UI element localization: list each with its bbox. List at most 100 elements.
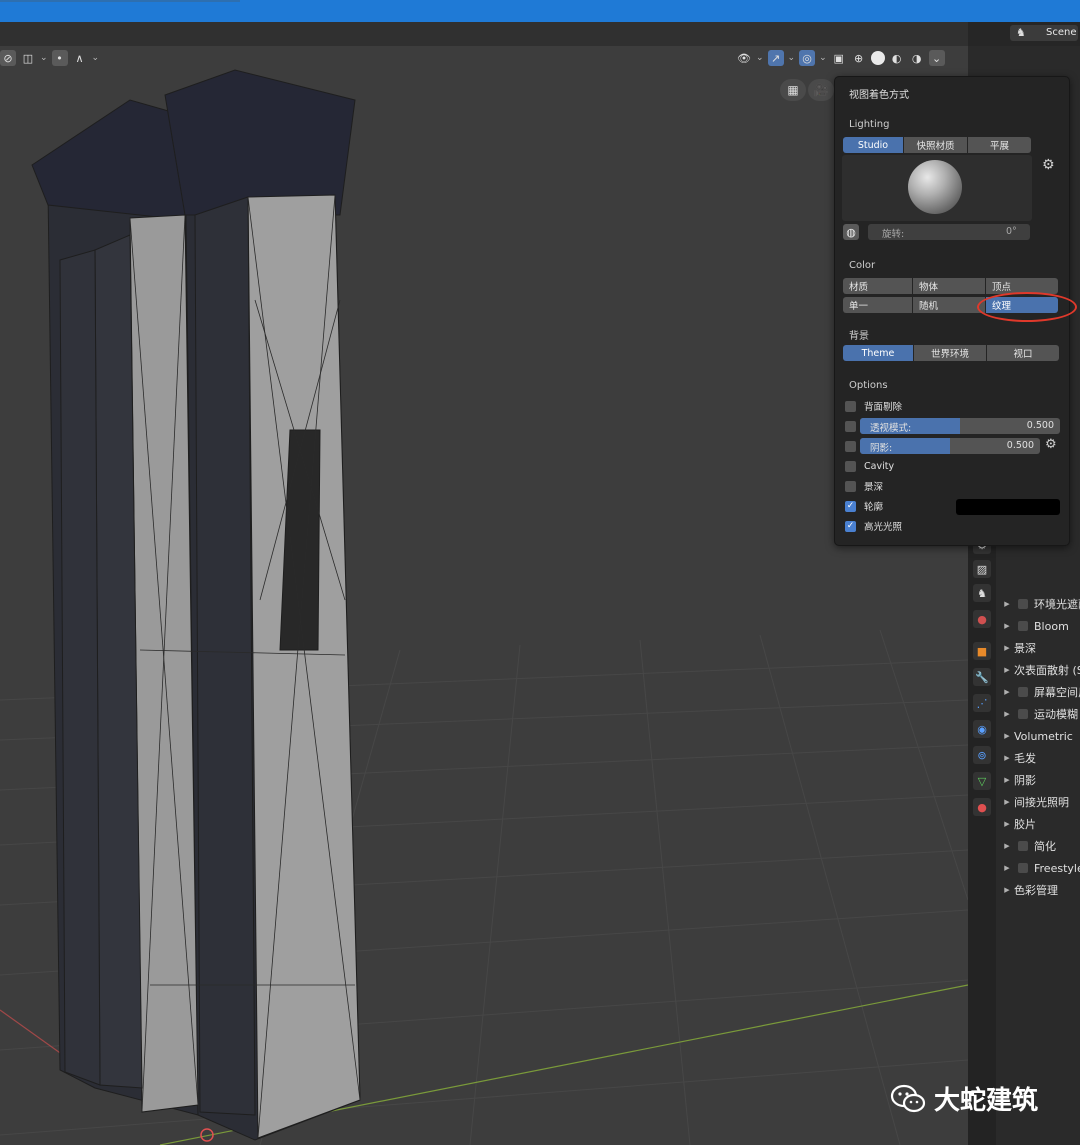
particles-tab-icon[interactable]: ⋰ bbox=[973, 694, 991, 712]
section-shadows[interactable]: ▶ 阴影 bbox=[1000, 770, 1036, 790]
specular-label: 高光光照 bbox=[864, 522, 903, 533]
shadow-checkbox[interactable] bbox=[845, 440, 856, 452]
visibility-icon[interactable]: 👁 bbox=[736, 50, 752, 66]
wechat-icon bbox=[890, 1084, 926, 1112]
outline-checkbox[interactable]: ✓ bbox=[845, 500, 856, 512]
dof-label: 景深 bbox=[864, 482, 884, 493]
lighting-matcap-button[interactable]: 快照材质 bbox=[904, 137, 967, 153]
background-selector: Theme 世界环境 视口 bbox=[843, 345, 1059, 361]
3d-viewport[interactable] bbox=[0, 46, 968, 1145]
specular-option[interactable]: ✓ 高光光照 bbox=[845, 518, 902, 534]
world-tab-icon[interactable]: ● bbox=[973, 610, 991, 628]
background-theme-button[interactable]: Theme bbox=[843, 345, 913, 361]
xray-value: 0.500 bbox=[1026, 420, 1054, 431]
physics-tab-icon[interactable]: ◉ bbox=[973, 720, 991, 738]
color-material-button[interactable]: 材质 bbox=[843, 278, 912, 294]
constraints-tab-icon[interactable]: ⊚ bbox=[973, 746, 991, 764]
section-indirect-lighting[interactable]: ▶ 间接光照明 bbox=[1000, 792, 1069, 812]
expand-arrow-icon: ▶ bbox=[1004, 798, 1010, 806]
camera-view-icon[interactable]: 🎥 bbox=[808, 79, 834, 101]
section-checkbox[interactable] bbox=[1018, 709, 1028, 719]
section-checkbox[interactable] bbox=[1018, 599, 1028, 609]
dof-checkbox[interactable] bbox=[845, 480, 856, 492]
preferences-gear-icon[interactable]: ⚙ bbox=[1042, 157, 1055, 173]
title-bar bbox=[0, 0, 1080, 22]
expand-arrow-icon: ▶ bbox=[1004, 666, 1010, 674]
proportional-edit-icon[interactable]: • bbox=[51, 50, 68, 66]
options-section-label: Options bbox=[849, 380, 888, 391]
scene-tab-icon[interactable]: ♞ bbox=[973, 584, 991, 602]
modifier-tab-icon[interactable]: 🔧 bbox=[973, 668, 991, 686]
section-checkbox[interactable] bbox=[1018, 841, 1028, 851]
section-checkbox[interactable] bbox=[1018, 687, 1028, 697]
data-tab-icon[interactable]: ▽ bbox=[973, 772, 991, 790]
expand-arrow-icon: ▶ bbox=[1004, 644, 1010, 652]
outline-label: 轮廓 bbox=[864, 502, 884, 513]
lighting-studio-button[interactable]: Studio bbox=[843, 137, 903, 153]
expand-arrow-icon: ▶ bbox=[1004, 622, 1010, 630]
world-space-lighting-icon[interactable]: ◍ bbox=[843, 224, 859, 240]
wireframe-shading-icon[interactable]: ⊕ bbox=[851, 50, 867, 66]
section-subsurface[interactable]: ▶ 次表面散射 (S bbox=[1000, 660, 1080, 680]
background-world-button[interactable]: 世界环境 bbox=[914, 345, 986, 361]
background-viewport-button[interactable]: 视口 bbox=[987, 345, 1059, 361]
expand-arrow-icon: ▶ bbox=[1004, 600, 1010, 608]
section-color-management[interactable]: ▶ 色彩管理 bbox=[1000, 880, 1058, 900]
shadow-label: 阴影: bbox=[870, 443, 893, 454]
dof-option[interactable]: 景深 bbox=[845, 478, 883, 494]
backface-culling-label: 背面剔除 bbox=[864, 402, 903, 413]
rendered-shading-icon[interactable]: ◑ bbox=[909, 50, 925, 66]
xray-slider[interactable]: 透视模式: 0.500 bbox=[860, 418, 1060, 434]
popover-title: 视图着色方式 bbox=[849, 90, 909, 101]
section-screen-space-reflections[interactable]: ▶屏幕空间反 bbox=[1000, 682, 1080, 702]
outline-option[interactable]: ✓ 轮廓 bbox=[845, 498, 883, 514]
gizmo-icon[interactable]: ↗ bbox=[767, 50, 784, 66]
overlay-icon[interactable]: ◎ bbox=[799, 50, 816, 66]
perspective-toggle-icon[interactable]: ▦ bbox=[780, 79, 806, 101]
object-tab-icon[interactable]: ■ bbox=[973, 642, 991, 660]
color-object-button[interactable]: 物体 bbox=[913, 278, 985, 294]
section-checkbox[interactable] bbox=[1018, 621, 1028, 631]
snap-icon[interactable]: ⊘ bbox=[0, 50, 16, 66]
section-ambient-occlusion[interactable]: ▶环境光遮蔽 bbox=[1000, 594, 1080, 614]
backface-culling-option[interactable]: 背面剔除 bbox=[845, 398, 902, 414]
left-header-tools: ⊘ ◫ ⌄ • ∧ ⌄ bbox=[0, 49, 99, 67]
specular-checkbox[interactable]: ✓ bbox=[845, 520, 856, 532]
color-random-button[interactable]: 随机 bbox=[913, 297, 985, 313]
section-bloom[interactable]: ▶ Bloom bbox=[1000, 616, 1068, 636]
material-shading-icon[interactable]: ◐ bbox=[889, 50, 905, 66]
title-strip bbox=[0, 0, 240, 2]
backface-culling-checkbox[interactable] bbox=[845, 400, 856, 412]
section-film[interactable]: ▶ 胶片 bbox=[1000, 814, 1036, 834]
expand-arrow-icon: ▶ bbox=[1004, 864, 1010, 872]
section-hair[interactable]: ▶ 毛发 bbox=[1000, 748, 1036, 768]
section-freestyle[interactable]: ▶ Freestyle bbox=[1000, 858, 1080, 878]
cavity-checkbox[interactable] bbox=[845, 460, 856, 472]
xray-toggle-icon[interactable]: ▣ bbox=[831, 50, 847, 66]
expand-arrow-icon: ▶ bbox=[1004, 754, 1010, 762]
shading-popover-toggle[interactable]: ⌄ bbox=[928, 50, 945, 66]
shadow-slider[interactable]: 阴影: 0.500 bbox=[860, 438, 1040, 454]
section-depth-of-field[interactable]: ▶ 景深 bbox=[1000, 638, 1036, 658]
outline-color-swatch[interactable] bbox=[956, 499, 1060, 515]
shadow-settings-gear-icon[interactable]: ⚙ bbox=[1045, 437, 1057, 452]
scene-icon: ♞ bbox=[1016, 26, 1026, 39]
section-motion-blur[interactable]: ▶ 运动模糊 bbox=[1000, 704, 1078, 724]
cavity-option[interactable]: Cavity bbox=[845, 458, 894, 474]
solid-shading-icon[interactable] bbox=[870, 51, 885, 65]
section-volumetric[interactable]: ▶ Volumetric bbox=[1000, 726, 1073, 746]
lighting-flat-button[interactable]: 平展 bbox=[968, 137, 1031, 153]
xray-checkbox[interactable] bbox=[845, 420, 856, 432]
xray-label: 透视模式: bbox=[870, 423, 912, 434]
output-tab-icon[interactable]: ▨ bbox=[973, 560, 991, 578]
right-header-tools: 👁 ⌄ ↗ ⌄ ◎ ⌄ ▣ ⊕ ◐ ◑ ⌄ bbox=[736, 49, 945, 67]
color-single-button[interactable]: 单一 bbox=[843, 297, 912, 313]
falloff-icon[interactable]: ∧ bbox=[72, 50, 88, 66]
section-checkbox[interactable] bbox=[1018, 863, 1028, 873]
expand-arrow-icon: ▶ bbox=[1004, 732, 1010, 740]
pivot-icon[interactable]: ◫ bbox=[20, 50, 36, 66]
material-tab-icon[interactable]: ● bbox=[973, 798, 991, 816]
rotation-value: 0° bbox=[1006, 226, 1017, 237]
rotation-label: 旋转: bbox=[882, 229, 905, 240]
section-simplify[interactable]: ▶ 简化 bbox=[1000, 836, 1056, 856]
